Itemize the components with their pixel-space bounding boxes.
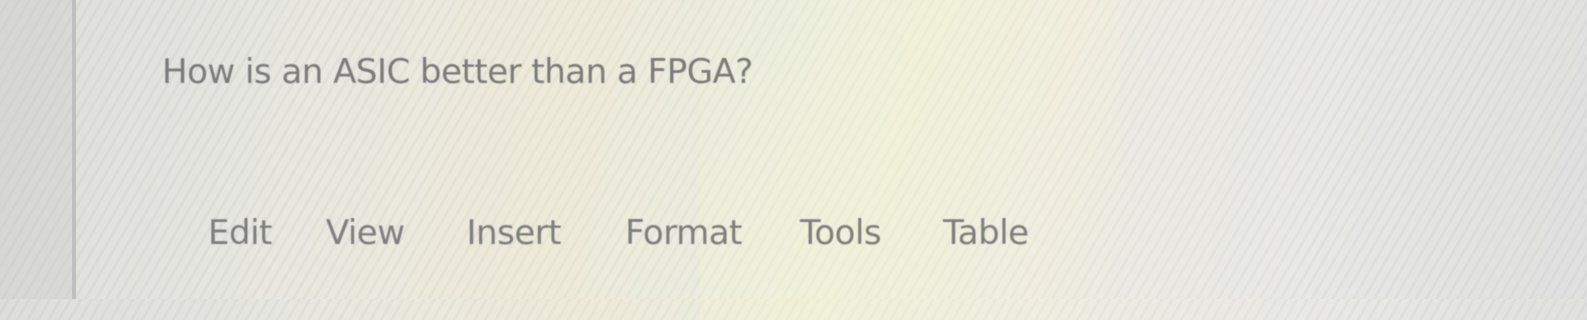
left-border — [72, 0, 76, 299]
question-text: How is an ASIC better than a FPGA? — [162, 52, 753, 92]
menu-format[interactable]: Format — [625, 213, 742, 253]
menu-view[interactable]: View — [326, 213, 405, 253]
editor-menubar: Edit View Insert Format Tools Table — [208, 208, 1029, 258]
menu-edit[interactable]: Edit — [208, 213, 272, 253]
screen-glare — [700, 0, 1120, 320]
menu-tools[interactable]: Tools — [800, 213, 882, 253]
menu-table[interactable]: Table — [943, 213, 1029, 253]
menu-insert[interactable]: Insert — [467, 213, 562, 253]
left-gutter — [0, 0, 72, 299]
